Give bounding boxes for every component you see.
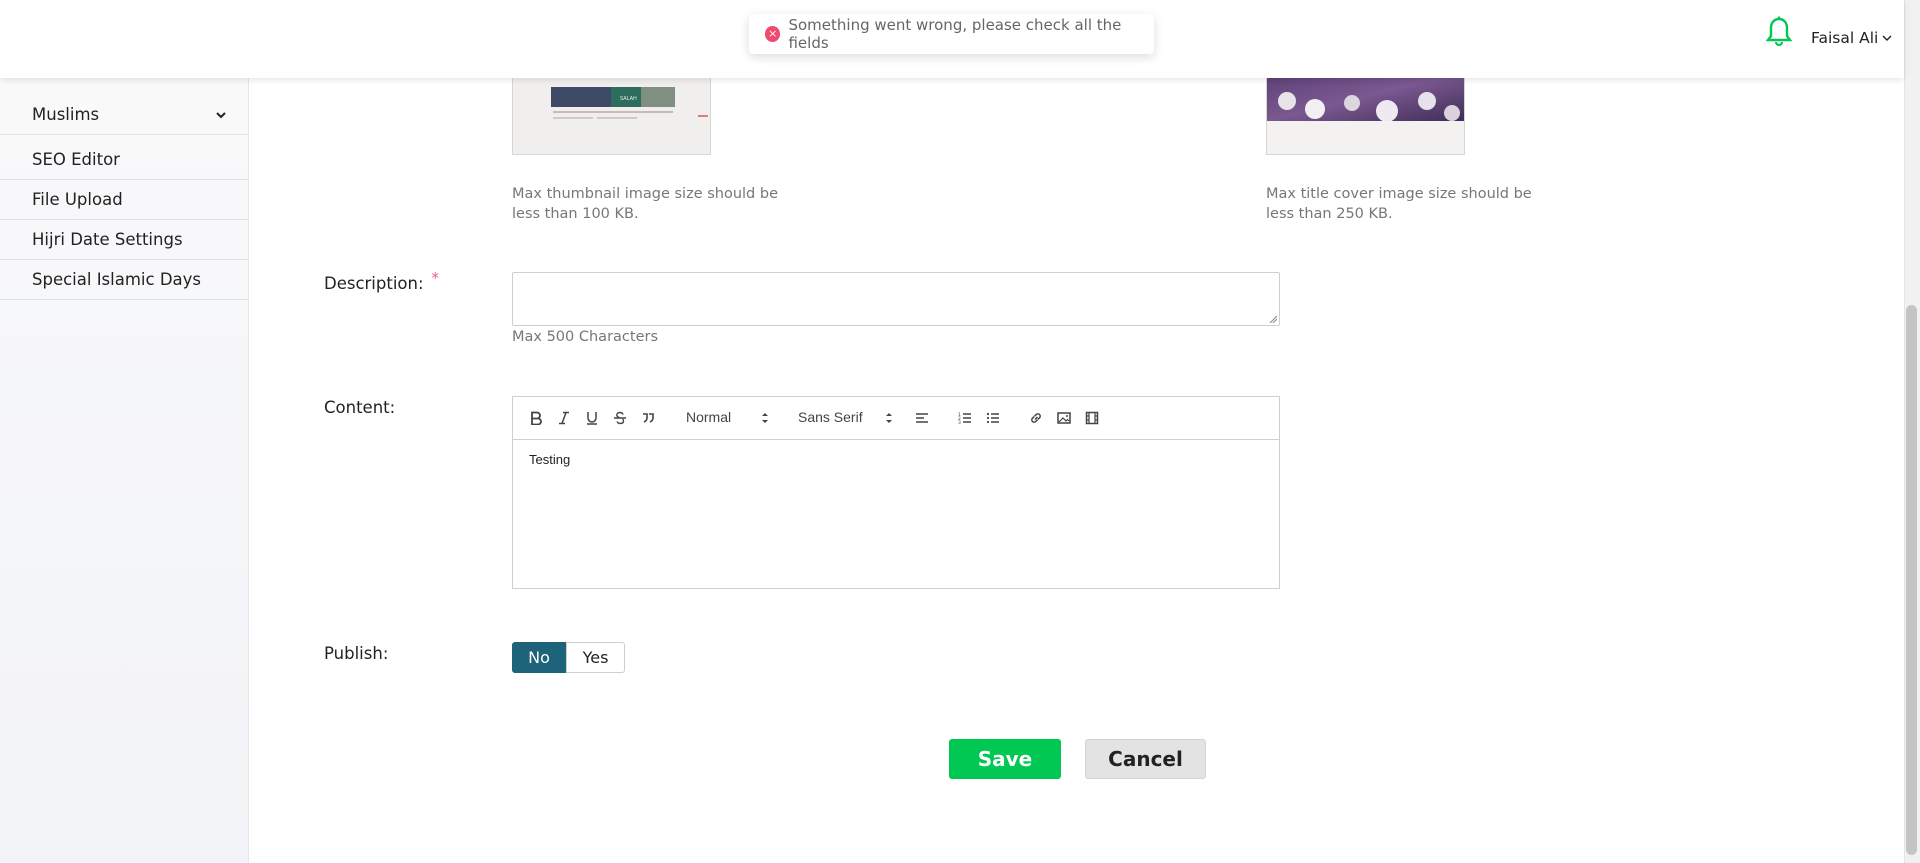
thumbnail-hint-line-2: less than 100 KB. xyxy=(512,206,639,222)
sidebar: Muslims SEO Editor File Upload Hijri Dat… xyxy=(0,0,249,863)
cancel-button[interactable]: Cancel xyxy=(1085,739,1206,779)
link-icon[interactable] xyxy=(1027,409,1045,427)
error-icon: × xyxy=(765,26,781,42)
description-textarea[interactable] xyxy=(512,272,1280,326)
title-cover-hint: Max title cover image size should be les… xyxy=(1266,184,1532,224)
sidebar-item-seo-editor[interactable]: SEO Editor xyxy=(0,140,248,180)
video-icon[interactable] xyxy=(1083,409,1101,427)
bell-icon[interactable] xyxy=(1765,16,1793,48)
bold-icon[interactable] xyxy=(527,409,545,427)
title-cover-hint-line-1: Max title cover image size should be xyxy=(1266,186,1532,202)
publish-yes-button[interactable]: Yes xyxy=(566,642,625,673)
sidebar-item-special-islamic-days[interactable]: Special Islamic Days xyxy=(0,260,248,300)
save-button[interactable]: Save xyxy=(949,739,1061,779)
image-icon[interactable] xyxy=(1055,409,1073,427)
strikethrough-icon[interactable] xyxy=(611,409,629,427)
editor-toolbar: Normal Sans Serif 123 xyxy=(513,397,1279,440)
scrollbar-thumb[interactable] xyxy=(1906,305,1917,855)
toast-message: Something went wrong, please check all t… xyxy=(788,16,1122,52)
sidebar-item-label: Muslims xyxy=(32,105,100,124)
resize-grip-icon[interactable] xyxy=(1269,315,1277,323)
select-arrows-icon xyxy=(886,413,892,423)
italic-icon[interactable] xyxy=(555,409,573,427)
thumbnail-preview-text: SALAH xyxy=(620,96,637,102)
underline-icon[interactable] xyxy=(583,409,601,427)
font-family-value: Sans Serif xyxy=(798,409,863,425)
error-toast: × Something went wrong, please check all… xyxy=(749,14,1154,54)
chevron-down-icon xyxy=(216,112,226,119)
bullet-list-icon[interactable] xyxy=(984,409,1002,427)
editor-content[interactable]: Testing xyxy=(529,452,570,467)
sidebar-item-file-upload[interactable]: File Upload xyxy=(0,180,248,220)
sidebar-item-label: Special Islamic Days xyxy=(32,270,202,289)
description-label: Description: * xyxy=(324,269,439,293)
sidebar-item-label: SEO Editor xyxy=(32,150,120,169)
publish-no-button[interactable]: No xyxy=(512,642,566,673)
svg-text:3: 3 xyxy=(958,420,961,425)
sidebar-item-label: Hijri Date Settings xyxy=(32,230,183,249)
align-left-icon[interactable] xyxy=(913,409,931,427)
font-family-select[interactable]: Sans Serif xyxy=(798,409,894,427)
sidebar-item-muslims[interactable]: Muslims xyxy=(0,95,248,135)
publish-label: Publish: xyxy=(324,644,389,663)
ordered-list-icon[interactable]: 123 xyxy=(956,409,974,427)
sidebar-item-hijri-date-settings[interactable]: Hijri Date Settings xyxy=(0,220,248,260)
chevron-down-icon[interactable] xyxy=(1881,33,1893,43)
text-size-select[interactable]: Normal xyxy=(686,409,770,427)
title-cover-hint-line-2: less than 250 KB. xyxy=(1266,206,1393,222)
select-arrows-icon xyxy=(762,413,768,423)
description-label-text: Description: xyxy=(324,274,424,293)
thumbnail-hint: Max thumbnail image size should be less … xyxy=(512,184,778,224)
user-menu[interactable]: Faisal Ali xyxy=(1811,29,1878,47)
description-hint: Max 500 Characters xyxy=(512,329,659,345)
text-size-value: Normal xyxy=(686,409,732,425)
thumbnail-hint-line-1: Max thumbnail image size should be xyxy=(512,186,778,202)
blockquote-icon[interactable] xyxy=(639,409,657,427)
content-label: Content: xyxy=(324,398,396,417)
sidebar-item-label: File Upload xyxy=(32,190,123,209)
content-editor[interactable]: Normal Sans Serif 123 Testing xyxy=(512,396,1280,589)
required-asterisk: * xyxy=(431,269,440,287)
